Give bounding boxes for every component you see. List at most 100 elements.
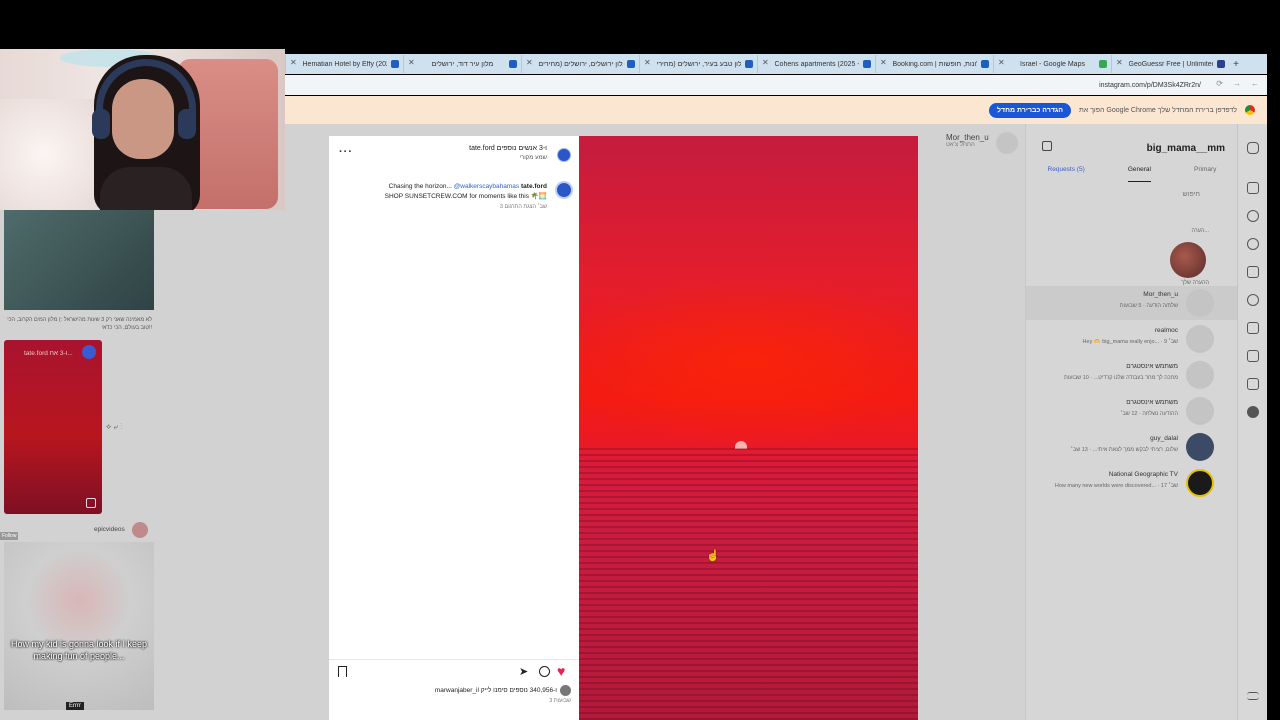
- close-icon[interactable]: ✕: [526, 58, 533, 67]
- close-icon[interactable]: ✕: [1116, 58, 1123, 67]
- dm-thread-preview: How many new worlds were discovered... ·…: [1054, 483, 1178, 489]
- new-tab-button[interactable]: +: [1229, 59, 1243, 70]
- share-icon[interactable]: ➤: [519, 665, 528, 678]
- infobar-text: הפוך את Google Chrome לדפדפן ברירת המחדל…: [1079, 106, 1237, 114]
- chat-header-avatar[interactable]: [996, 132, 1018, 154]
- avatar[interactable]: [555, 181, 573, 199]
- avatar: [1186, 325, 1214, 353]
- search-icon[interactable]: [1247, 210, 1259, 222]
- dm-thread[interactable]: National Geographic TV How many new worl…: [1026, 466, 1238, 500]
- dm-thread[interactable]: משתמש אינסטגרם מחכה לך מחר בעבודה שלנו ק…: [1026, 358, 1238, 392]
- browser-tab[interactable]: ✕ Cohens apartments (2025 - מ: [757, 55, 875, 73]
- more-options-icon[interactable]: ···: [339, 146, 353, 158]
- forward-icon[interactable]: →: [1233, 79, 1241, 88]
- close-icon[interactable]: ✕: [644, 58, 651, 67]
- create-icon[interactable]: [1247, 350, 1259, 362]
- reload-icon[interactable]: ⟳: [1216, 79, 1223, 88]
- close-icon[interactable]: ✕: [290, 58, 297, 67]
- dm-username[interactable]: big_mama__mm: [1147, 143, 1225, 154]
- avatar: [1186, 289, 1214, 317]
- home-icon[interactable]: [1247, 182, 1259, 194]
- dm-thread[interactable]: Mor_then_u שלח/ה הודעה · 5 שבועות: [1026, 286, 1238, 320]
- dm-thread[interactable]: משתמש אינסטגרם ההודעה נשלחה · 12 שב׳: [1026, 394, 1238, 428]
- favicon-icon: [391, 60, 399, 68]
- browser-tab[interactable]: ✕ Israel - Google Maps: [993, 55, 1111, 73]
- browser-tab[interactable]: ✕ Hematian Hotel by Effy (2025 -: [285, 55, 403, 73]
- favicon-icon: [1217, 60, 1225, 68]
- favicon-icon: [745, 60, 753, 68]
- tab-title: מלון עיר דוד, ירושלים: [431, 60, 494, 68]
- comment-icon[interactable]: [539, 666, 550, 677]
- compose-icon[interactable]: [1042, 141, 1052, 151]
- avatar[interactable]: [132, 522, 148, 538]
- dm-thread-name: realmoc: [1154, 327, 1178, 334]
- close-icon[interactable]: ✕: [408, 58, 415, 67]
- browser-tab[interactable]: ✕ מלון טבע בעיר, ירושלים (מחירי: [639, 55, 757, 73]
- browser-tab[interactable]: ✕ Booking.com | מלונות, חופשות: [875, 55, 993, 73]
- feed-thumbnail[interactable]: [4, 210, 154, 310]
- favicon-icon: [509, 60, 517, 68]
- messenger-icon[interactable]: [1247, 294, 1259, 306]
- follow-badge[interactable]: Follow: [0, 532, 19, 540]
- avatar: [82, 345, 96, 359]
- profile-icon[interactable]: [1247, 406, 1259, 418]
- streamer-shirt: [100, 167, 192, 210]
- close-icon[interactable]: ✕: [762, 58, 769, 67]
- avatar: [1186, 361, 1214, 389]
- feed-caption: לא מאמינה שאני רק 3 שעות מהישראל :) מלון…: [7, 317, 152, 331]
- set-default-button[interactable]: הגדרה כברירת מחדל: [989, 102, 1072, 118]
- favicon-icon: [1099, 60, 1107, 68]
- browser-tab[interactable]: ✕ מלון עיר דוד, ירושלים: [403, 55, 521, 73]
- back-icon[interactable]: ←: [1251, 79, 1259, 88]
- dm-thread-name: guy_dalal: [1150, 435, 1178, 442]
- instagram-logo-icon[interactable]: [1247, 142, 1259, 154]
- post-audio-label[interactable]: שמע מקורי: [519, 155, 547, 161]
- favicon-icon: [981, 60, 989, 68]
- reel-title: tate.ford ו-3 אח...: [24, 350, 73, 357]
- browser-tab[interactable]: ✕ מלון ירושלים, ירושלים (מחירים: [521, 55, 639, 73]
- tab-requests[interactable]: Requests (5): [1048, 166, 1085, 182]
- address-bar[interactable]: instagram.com/p/DM3Sk4ZRr2n/ ⟳ → ←: [285, 75, 1267, 95]
- dm-thread-name: משתמש אינסטגרם: [1126, 399, 1178, 406]
- nav-buttons: ⟳ → ←: [1216, 79, 1259, 88]
- caption-username[interactable]: tate.ford: [521, 183, 547, 190]
- heart-icon[interactable]: ♥: [557, 663, 565, 679]
- close-icon[interactable]: ✕: [880, 58, 887, 67]
- dm-thread[interactable]: realmoc Hey 🫶 big_mama really enjo... · …: [1026, 322, 1238, 356]
- dm-thread[interactable]: guy_dalal שלום, רציתי לבקש ממך לצאת איתי…: [1026, 430, 1238, 464]
- post-caption: Chasing the horizon... @walkerscaybahama…: [389, 183, 547, 190]
- reel-icon: [86, 498, 96, 508]
- chat-header-username: Mor_then_u התחל צ'אט: [946, 133, 989, 148]
- dashboard-icon[interactable]: [1247, 378, 1259, 390]
- avatar: [560, 685, 571, 696]
- caption-meta[interactable]: 3 שב׳ הצגת התרגום: [500, 204, 547, 210]
- caption-mention[interactable]: @walkerscaybahamas: [454, 183, 520, 190]
- tab-general[interactable]: General: [1127, 166, 1151, 182]
- browser-tab[interactable]: ✕ GeoGuessr Free | Unlimited M: [1111, 55, 1229, 73]
- explore-icon[interactable]: [1247, 238, 1259, 250]
- post-author-line[interactable]: tate.ford ו-3 אנשים נוספים: [469, 145, 547, 152]
- reel-actions-icon[interactable]: ⟡ ⤶ ⋮: [106, 422, 122, 432]
- likes-count[interactable]: marwanjaber_il ו-340,956 נוספים סימנו לי…: [435, 687, 557, 694]
- close-icon[interactable]: ✕: [998, 58, 1005, 67]
- hand-cursor-icon: ☝: [706, 550, 720, 562]
- feed-username[interactable]: epicvideos: [94, 526, 125, 533]
- heart-icon[interactable]: [1247, 322, 1259, 334]
- avatar: [1186, 433, 1214, 461]
- feed-thumbnail[interactable]: How my kid is gonna look if I keep makin…: [4, 542, 154, 710]
- reel-thumbnail[interactable]: tate.ford ו-3 אח...: [4, 340, 102, 514]
- bookmark-icon[interactable]: [338, 666, 347, 677]
- url-text[interactable]: instagram.com/p/DM3Sk4ZRr2n/: [1099, 82, 1201, 89]
- menu-icon[interactable]: [1247, 692, 1259, 700]
- sea: [579, 448, 918, 720]
- dm-search-input[interactable]: חיפוש: [1034, 191, 1230, 205]
- reels-icon[interactable]: [1247, 266, 1259, 278]
- avatar[interactable]: [557, 148, 571, 162]
- post-caption-line: SHOP SUNSETCREW.COM for moments like thi…: [384, 193, 547, 200]
- own-avatar[interactable]: [1170, 242, 1206, 278]
- note-label[interactable]: הערה...: [1191, 228, 1209, 234]
- post-image-sunset[interactable]: ☝: [579, 136, 918, 720]
- dm-panel: big_mama__mm Requests (5) General Primar…: [1025, 124, 1238, 720]
- tab-primary[interactable]: Primary: [1194, 166, 1216, 182]
- avatar: [1186, 469, 1214, 497]
